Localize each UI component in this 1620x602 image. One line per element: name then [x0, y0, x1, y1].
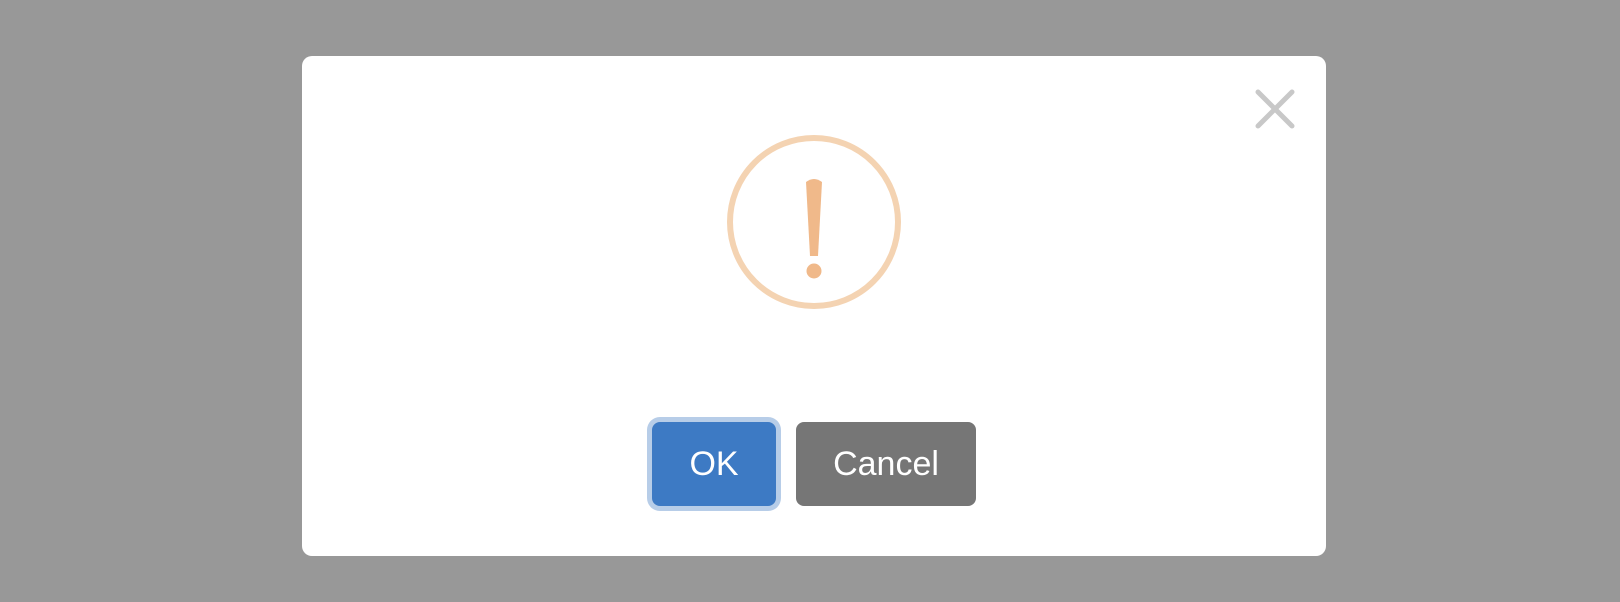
ok-button[interactable]: OK	[652, 422, 776, 506]
alert-dialog: OK Cancel	[302, 56, 1326, 556]
warning-icon-container	[726, 134, 902, 310]
close-icon	[1255, 89, 1295, 129]
close-button[interactable]	[1254, 88, 1296, 130]
cancel-button[interactable]: Cancel	[796, 422, 976, 506]
warning-exclamation-icon	[727, 135, 901, 309]
